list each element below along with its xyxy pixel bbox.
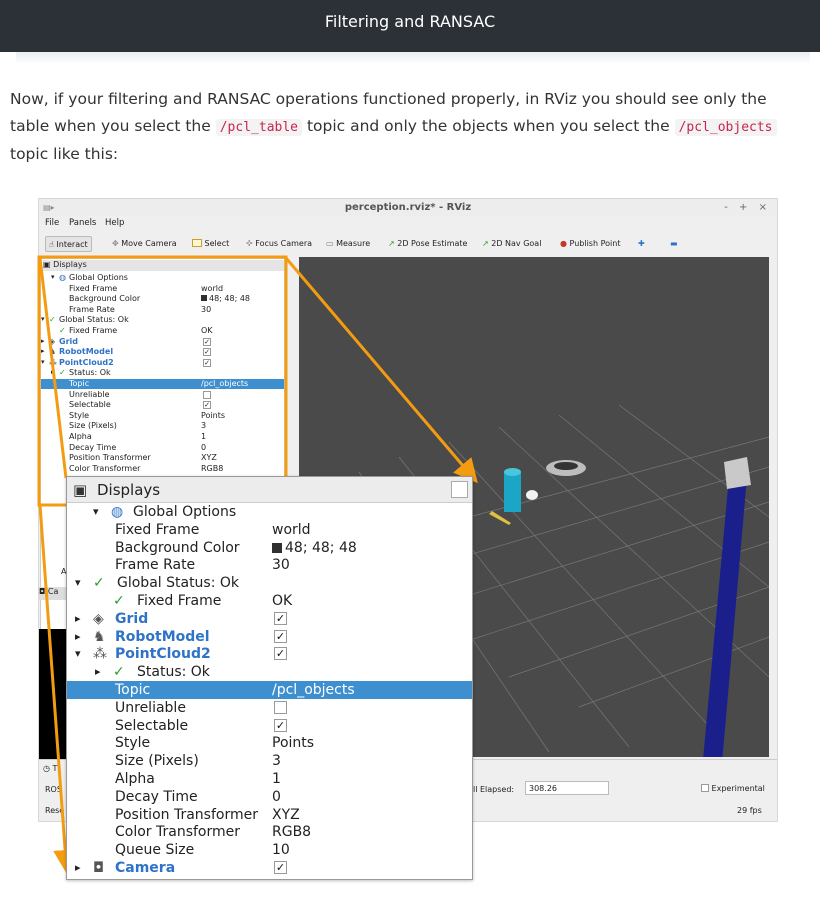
chevron-right-icon[interactable]: ▸ (75, 859, 81, 877)
zoomed-panel-row[interactable]: Position Transformer XYZ (67, 806, 472, 824)
display-type-icon: ◍ (111, 504, 124, 520)
zoomed-panel-row[interactable]: ▸ ✓ Status: Ok (67, 663, 472, 681)
row-label: Background Color (115, 539, 240, 556)
displays-panel-zoomed: ▣ Displays ▾ ◍ Global Options Fixed Frame wo… (66, 476, 473, 880)
row-label: Camera (115, 860, 176, 876)
chevron-down-icon[interactable]: ▾ (75, 645, 81, 663)
row-label: PointCloud2 (115, 646, 211, 663)
zoomed-panel-row[interactable]: ▾ ✓ Global Status: Ok (67, 574, 472, 592)
panel-undock-button[interactable] (451, 481, 468, 498)
row-label: Topic (115, 682, 151, 698)
row-label: Unreliable (115, 699, 186, 716)
chevron-down-icon[interactable]: ▾ (93, 503, 99, 521)
row-label: Color Transformer (115, 824, 241, 841)
row-label: Frame Rate (115, 557, 196, 574)
check-icon: ✓ (93, 575, 105, 592)
visibility-checkbox[interactable]: ✓ (274, 611, 287, 625)
row-value: Points (272, 735, 315, 752)
row-value: 10 (272, 842, 290, 859)
zoomed-panel-row[interactable]: ▸ ◈ Grid ✓ (67, 610, 472, 628)
row-label: Style (115, 735, 151, 752)
arrow-to-inset-left (38, 257, 68, 479)
check-icon: ✓ (113, 593, 125, 609)
row-label: Decay Time (115, 788, 198, 805)
row-label: Fixed Frame (137, 593, 222, 609)
chevron-right-icon[interactable]: ▸ (95, 663, 101, 681)
monitor-icon: ▣ (73, 481, 88, 499)
zoomed-panel-row[interactable]: Fixed Frame world (67, 521, 472, 539)
visibility-checkbox[interactable]: ✓ (274, 718, 287, 732)
row-label: Selectable (115, 717, 189, 734)
arrow-to-inset-top (284, 257, 478, 484)
zoomed-panel-row[interactable]: Size (Pixels) 3 (67, 752, 472, 770)
zoomed-panel-title: Displays (97, 481, 161, 499)
zoomed-panel-row[interactable]: Decay Time 0 (67, 788, 472, 806)
visibility-checkbox[interactable]: ✓ (274, 647, 287, 661)
row-value: /pcl_objects (272, 682, 355, 698)
row-value: 0 (272, 788, 281, 805)
row-value: 30 (272, 557, 290, 574)
zoomed-panel-row[interactable]: Selectable ✓ (67, 717, 472, 735)
zoomed-panel-row[interactable]: Background Color 48; 48; 48 (67, 539, 472, 557)
row-label: Status: Ok (137, 664, 210, 681)
visibility-checkbox[interactable]: ✓ (274, 629, 287, 643)
row-label: Global Status: Ok (117, 575, 240, 592)
row-value: OK (272, 593, 293, 609)
zoomed-panel-row[interactable]: Topic/pcl_objects (67, 681, 472, 699)
zoomed-panel-row[interactable]: Style Points (67, 734, 472, 752)
zoomed-panel-row[interactable]: Queue Size 10 (67, 841, 472, 859)
highlight-box (37, 255, 288, 507)
display-type-icon: ⁂ (93, 646, 107, 663)
zoomed-panel-row[interactable]: Alpha 1 (67, 770, 472, 788)
row-label: Alpha (115, 771, 155, 787)
zoomed-panel-row[interactable]: ▾ ⁂ PointCloud2 ✓ (67, 645, 472, 663)
zoomed-panel-row[interactable]: ▸ ◘ Camera ✓ (67, 859, 472, 877)
row-value: RGB8 (272, 824, 312, 841)
zoomed-panel-row[interactable]: Unreliable (67, 699, 472, 717)
zoomed-panel-row[interactable]: ▸ ♞ RobotModel ✓ (67, 628, 472, 646)
display-type-icon: ◘ (93, 860, 105, 876)
display-type-icon: ◈ (93, 610, 104, 627)
row-value: 1 (272, 771, 281, 787)
zoomed-panel-row[interactable]: Frame Rate 30 (67, 556, 472, 574)
zoomed-panel-row[interactable]: Color Transformer RGB8 (67, 823, 472, 841)
row-label: Grid (115, 610, 149, 627)
row-label: Queue Size (115, 842, 195, 859)
chevron-right-icon[interactable]: ▸ (75, 610, 81, 628)
row-value: 48; 48; 48 (272, 539, 357, 557)
display-type-icon: ♞ (93, 628, 106, 645)
row-value: 3 (272, 753, 281, 770)
visibility-checkbox[interactable] (274, 700, 287, 714)
zoomed-panel-row[interactable]: ✓ Fixed Frame OK (67, 592, 472, 610)
arrow-to-inset-bottom (38, 504, 78, 874)
row-value: world (272, 521, 311, 538)
zoomed-panel-row[interactable]: ▾ ◍ Global Options (67, 503, 472, 521)
visibility-checkbox[interactable]: ✓ (274, 861, 287, 874)
row-value: XYZ (272, 806, 300, 823)
row-label: RobotModel (115, 628, 210, 645)
chevron-down-icon[interactable]: ▾ (75, 574, 81, 592)
chevron-right-icon[interactable]: ▸ (75, 628, 81, 646)
row-label: Size (Pixels) (115, 753, 199, 770)
row-label: Global Options (133, 504, 237, 520)
zoomed-panel-header: ▣ Displays (67, 477, 472, 503)
check-icon: ✓ (113, 664, 125, 681)
row-label: Position Transformer (115, 806, 258, 823)
row-label: Fixed Frame (115, 521, 200, 538)
